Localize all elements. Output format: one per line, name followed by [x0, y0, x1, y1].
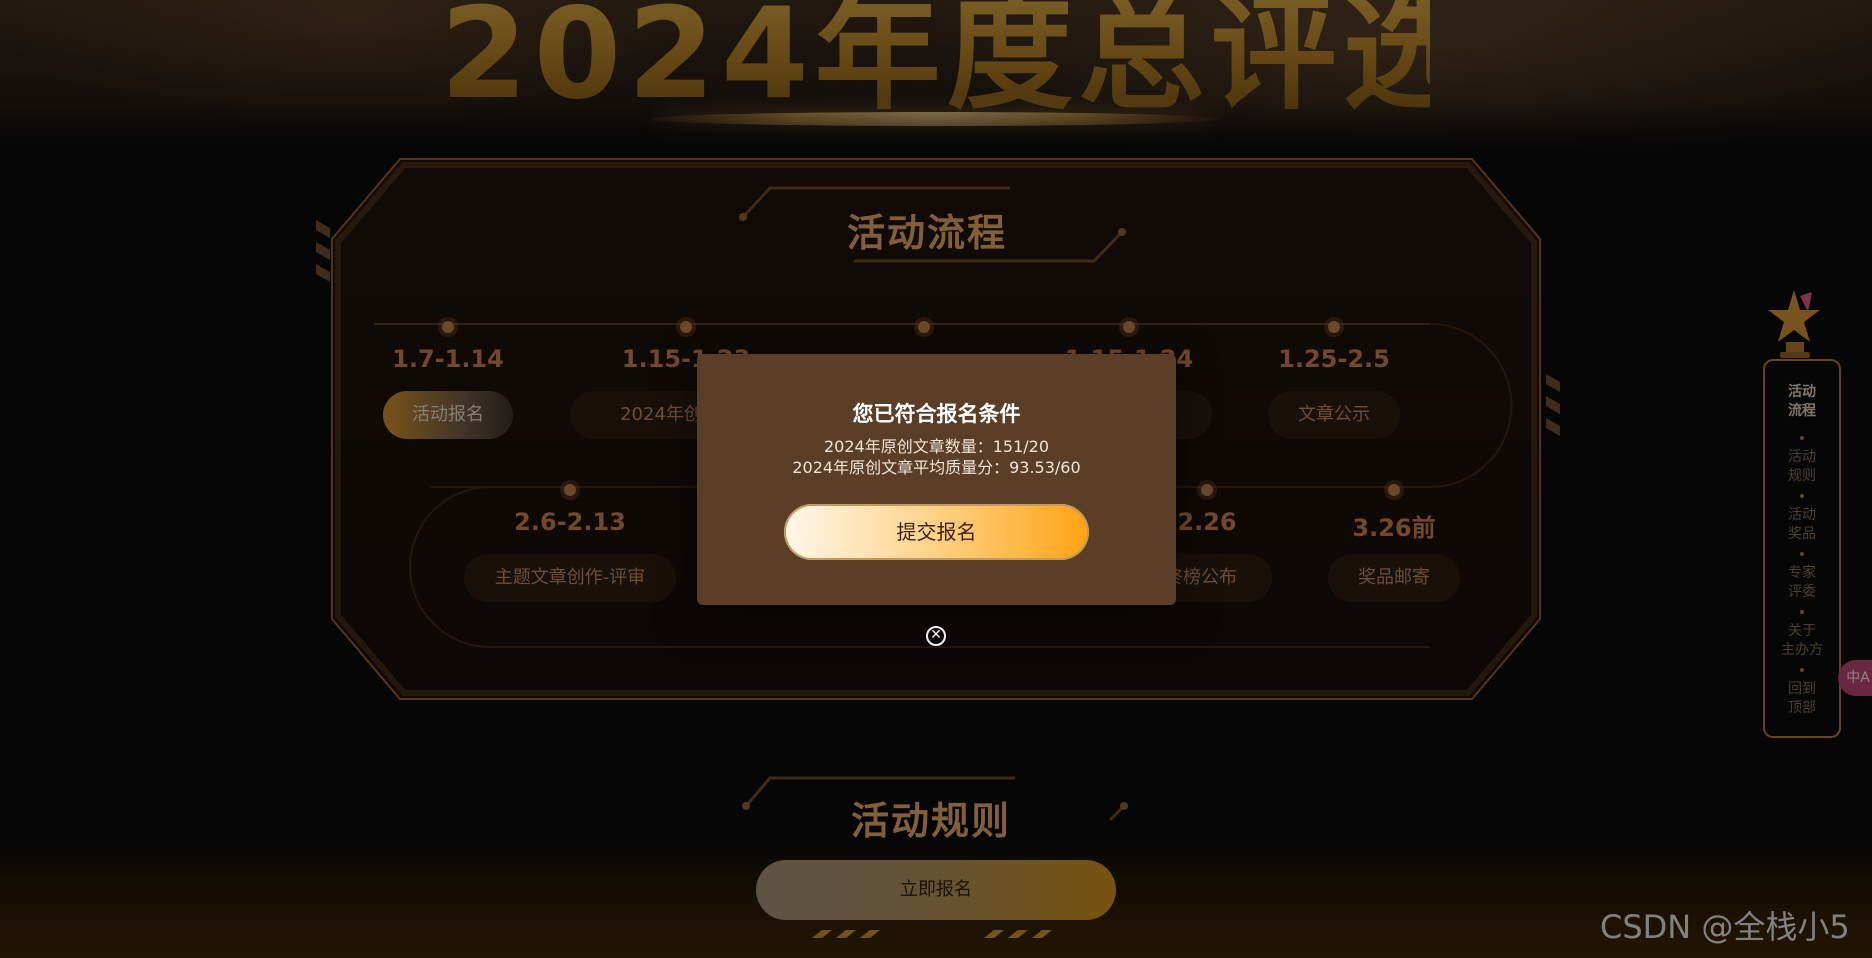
quality-score-text: 2024年原创文章平均质量分：93.53/60 [792, 458, 1081, 477]
submit-signup-button[interactable]: 提交报名 [784, 504, 1089, 560]
modal-title: 您已符合报名条件 [852, 402, 1021, 426]
close-icon[interactable]: ✕ [926, 626, 946, 646]
signup-eligibility-modal: 您已符合报名条件 2024年原创文章数量：151/20 2024年原创文章平均质… [697, 354, 1176, 605]
